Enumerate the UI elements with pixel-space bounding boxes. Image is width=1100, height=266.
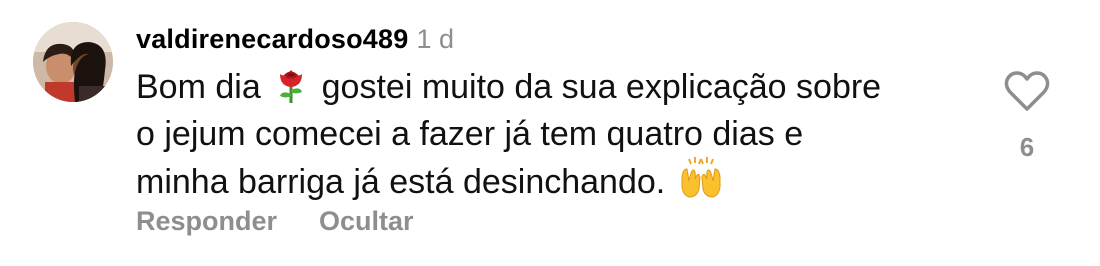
reply-button[interactable]: Responder: [136, 206, 277, 237]
comment-text-line: o jejum comecei a fazer já tem quatro di…: [136, 115, 804, 153]
comment-text-segment: gostei muito da sua explicação sobre: [321, 68, 882, 106]
rose-icon: [274, 66, 308, 114]
comment-actions: Responder Ocultar: [136, 206, 414, 237]
username[interactable]: valdirenecardoso489: [136, 24, 408, 55]
heart-outline-icon[interactable]: [1004, 70, 1050, 112]
like-count: 6: [1019, 132, 1035, 162]
comment-text: Bom dia gostei muito da sua explicação s…: [136, 66, 976, 209]
timestamp: 1 d: [416, 24, 454, 54]
comment-header: valdirenecardoso489 1 d: [136, 24, 454, 58]
comment-item: valdirenecardoso489 1 d Bom dia gostei m…: [0, 0, 1100, 266]
comment-text-segment: Bom dia: [136, 68, 261, 106]
avatar[interactable]: [33, 22, 113, 102]
raising-hands-icon: [679, 155, 723, 209]
comment-text-line: minha barriga já está desinchando.: [136, 163, 666, 201]
hide-button[interactable]: Ocultar: [319, 206, 414, 237]
avatar-photo: [33, 22, 113, 102]
